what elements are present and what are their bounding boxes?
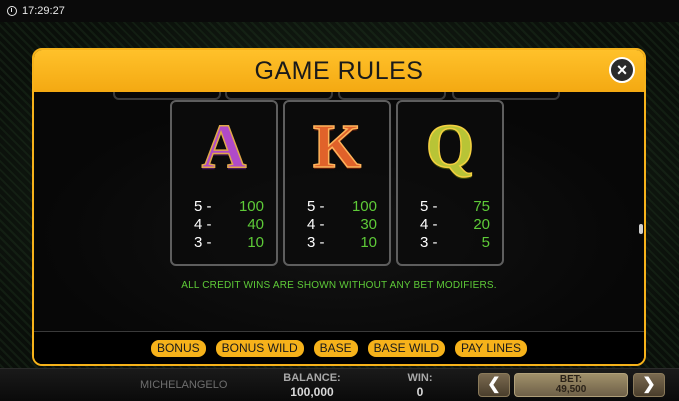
win-value: 0 [416, 385, 424, 399]
pay-list: 5 - 100 4 - 30 3 - 10 [307, 198, 377, 252]
tab-bonus-wild[interactable]: BONUS WILD [215, 339, 304, 357]
pay-count: 4 - [307, 216, 325, 233]
pay-count: 4 - [194, 216, 212, 233]
pay-list: 5 - 100 4 - 40 3 - 10 [194, 198, 264, 252]
pay-row: 4 - 40 [194, 216, 264, 234]
pay-count: 3 - [420, 234, 438, 251]
balance-label: BALANCE: [283, 372, 341, 384]
pay-row: 5 - 100 [194, 198, 264, 216]
pay-count: 3 - [194, 234, 212, 251]
pay-row: 3 - 10 [307, 234, 377, 252]
bet-decrease-button[interactable]: ❮ [478, 373, 510, 397]
pay-row: 5 - 100 [307, 198, 377, 216]
dialog-title: GAME RULES [254, 56, 424, 85]
pay-value: 40 [247, 216, 264, 233]
chevron-left-icon: ❮ [487, 376, 501, 393]
card-top-stub [113, 92, 221, 100]
rules-tab-bar: BONUS BONUS WILD BASE BASE WILD PAY LINE… [34, 331, 644, 364]
pay-count: 3 - [307, 234, 325, 251]
tab-pay-lines[interactable]: PAY LINES [455, 339, 528, 357]
rules-content[interactable]: A 5 - 100 4 - 40 3 - 10 K 5 - 100 4 - 30 3 - 1… [34, 92, 644, 332]
symbol-q-icon: Q [425, 113, 475, 181]
card-top-stub [338, 92, 446, 100]
game-bottom-bar: MICHELANGELO BALANCE: 100,000 WIN: 0 ❮ B… [0, 368, 679, 401]
symbol-k-icon: K [312, 113, 362, 181]
pay-value: 75 [473, 198, 490, 215]
pay-value: 5 [481, 234, 490, 251]
pay-value: 100 [351, 198, 377, 215]
dialog-header: GAME RULES × [34, 50, 644, 92]
clock-time: 17:29:27 [22, 5, 65, 17]
win-label: WIN: [407, 372, 433, 384]
tab-base-wild[interactable]: BASE WILD [367, 339, 446, 357]
balance-value: 100,000 [290, 385, 334, 399]
clock-icon [7, 6, 17, 16]
card-top-stub [225, 92, 333, 100]
pay-count: 4 - [420, 216, 438, 233]
pay-value: 10 [360, 234, 377, 251]
paytable-card-q: Q 5 - 75 4 - 20 3 - 5 [396, 100, 504, 266]
pay-count: 5 - [194, 198, 212, 215]
chevron-right-icon: ❯ [642, 376, 656, 393]
pay-row: 5 - 75 [420, 198, 490, 216]
close-icon: × [616, 60, 628, 80]
pay-value: 20 [473, 216, 490, 233]
scrollbar-thumb[interactable] [639, 224, 643, 234]
bet-value: 49,500 [555, 384, 587, 395]
game-rules-dialog: GAME RULES × A 5 - 100 4 - 40 3 - 10 K 5 - 1… [32, 48, 646, 366]
paytable-card-k: K 5 - 100 4 - 30 3 - 10 [283, 100, 391, 266]
bet-modifier-note: ALL CREDIT WINS ARE SHOWN WITHOUT ANY BE… [181, 280, 497, 291]
close-button[interactable]: × [609, 57, 635, 83]
pay-count: 5 - [307, 198, 325, 215]
pay-row: 3 - 10 [194, 234, 264, 252]
paytable-card-a: A 5 - 100 4 - 40 3 - 10 [170, 100, 278, 266]
pay-value: 30 [360, 216, 377, 233]
symbol-a-icon: A [201, 113, 247, 181]
bet-display: BET: 49,500 [514, 373, 628, 397]
card-top-stub [452, 92, 560, 100]
pay-value: 10 [247, 234, 264, 251]
pay-value: 100 [238, 198, 264, 215]
bet-increase-button[interactable]: ❯ [633, 373, 665, 397]
pay-row: 4 - 20 [420, 216, 490, 234]
status-bar: 17:29:27 [0, 0, 679, 22]
pay-list: 5 - 75 4 - 20 3 - 5 [420, 198, 490, 252]
pay-count: 5 - [420, 198, 438, 215]
tab-bonus[interactable]: BONUS [150, 339, 206, 357]
pay-row: 3 - 5 [420, 234, 490, 252]
game-name: MICHELANGELO [140, 379, 228, 391]
pay-row: 4 - 30 [307, 216, 377, 234]
tab-base[interactable]: BASE [313, 339, 358, 357]
